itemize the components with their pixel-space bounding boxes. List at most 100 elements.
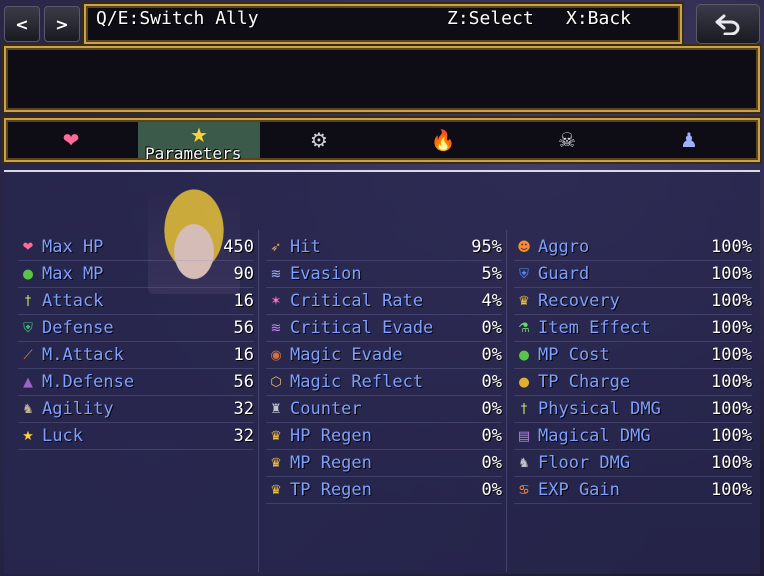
stat-label: Luck	[42, 426, 83, 446]
spellbook-icon: ▤	[517, 428, 531, 444]
stat-row: ♞ Floor DMG 100%	[514, 450, 752, 477]
stat-row: ⚗ Item Effect 100%	[514, 315, 752, 342]
stat-row: ◉ Magic Evade 0%	[266, 342, 502, 369]
tab-skull[interactable]: ☠	[506, 122, 628, 158]
stat-value: 4%	[481, 291, 502, 311]
tab-fire[interactable]: 🔥	[382, 122, 504, 158]
stat-label: TP Regen	[290, 480, 372, 500]
stat-label: MP Regen	[290, 453, 372, 473]
stat-row: ▲ M.Defense 56	[18, 369, 254, 396]
stat-label: M.Defense	[42, 372, 135, 392]
stat-row: ▤ Magical DMG 100%	[514, 423, 752, 450]
prev-ally-button[interactable]: <	[4, 6, 40, 42]
stat-row: ⛨ Defense 56	[18, 315, 254, 342]
magic-reflect-icon: ⬡	[270, 374, 282, 390]
stat-label: Critical Evade	[290, 318, 434, 338]
stat-row: ♛ TP Regen 0%	[266, 477, 502, 504]
bow-icon: ➶	[270, 239, 282, 255]
select-hint: Z:Select	[447, 8, 534, 29]
description-window	[4, 46, 760, 112]
wizard-hat-icon: ▲	[23, 374, 33, 390]
tab-gear[interactable]: ⚙	[258, 122, 380, 158]
column-divider	[506, 230, 507, 572]
gear-icon: ⚙	[310, 128, 328, 152]
boot-icon: ♞	[22, 401, 34, 417]
stat-label: Aggro	[538, 237, 590, 257]
column-divider	[258, 230, 259, 572]
critical-evade-icon: ≋	[270, 320, 282, 336]
tp-orb-icon: ●	[518, 374, 530, 390]
stat-label: Item Effect	[538, 318, 651, 338]
stat-value: 90	[233, 264, 254, 284]
stat-row: ≋ Critical Evade 0%	[266, 315, 502, 342]
stat-label: Magical DMG	[538, 426, 651, 446]
stat-row: ★ Luck 32	[18, 423, 254, 450]
stat-value: 100%	[711, 372, 752, 392]
stat-value: 0%	[481, 453, 502, 473]
stat-row: ♛ Recovery 100%	[514, 288, 752, 315]
stat-value: 100%	[711, 264, 752, 284]
stat-label: Counter	[290, 399, 362, 419]
stat-value: 95%	[471, 237, 502, 257]
skull-icon: ☠	[558, 128, 576, 152]
stat-value: 56	[233, 372, 254, 392]
tab-parameters-label: Parameters	[145, 144, 242, 163]
back-button[interactable]	[696, 4, 760, 44]
tab-heart[interactable]: ❤	[10, 122, 132, 158]
next-ally-button[interactable]: >	[44, 6, 80, 42]
stat-label: Hit	[290, 237, 321, 257]
stat-value: 0%	[481, 399, 502, 419]
stat-row: ♛ MP Regen 0%	[266, 450, 502, 477]
star-icon: ★	[22, 428, 34, 444]
stat-label: Defense	[42, 318, 114, 338]
shield-icon: ⛨	[23, 320, 33, 336]
switch-ally-hint: Q/E:Switch Ally	[96, 8, 259, 29]
stat-value: 16	[233, 345, 254, 365]
stat-row: ⟋ M.Attack 16	[18, 342, 254, 369]
stat-row: ✶ Critical Rate 4%	[266, 288, 502, 315]
mp-regen-icon: ♛	[270, 455, 282, 471]
stat-row: ❤ Max HP 450	[18, 234, 254, 261]
prev-label: <	[15, 14, 29, 34]
stat-row: ⛨ Guard 100%	[514, 261, 752, 288]
stat-row: ➶ Hit 95%	[266, 234, 502, 261]
stat-row: ⬡ Magic Reflect 0%	[266, 369, 502, 396]
tp-regen-icon: ♛	[270, 482, 282, 498]
stat-value: 100%	[711, 345, 752, 365]
stat-value: 0%	[481, 318, 502, 338]
stat-value: 5%	[481, 264, 502, 284]
hp-regen-icon: ♛	[270, 428, 282, 444]
stat-label: Max MP	[42, 264, 104, 284]
stat-value: 32	[233, 426, 254, 446]
undo-arrow-icon	[715, 14, 740, 35]
stat-value: 100%	[711, 480, 752, 500]
stat-label: Recovery	[538, 291, 620, 311]
aggro-icon: ☻	[517, 239, 531, 255]
stat-value: 0%	[481, 345, 502, 365]
stat-label: Magic Reflect	[290, 372, 424, 392]
stat-label: Max HP	[42, 237, 104, 257]
stat-row: ♞ Agility 32	[18, 396, 254, 423]
stat-label: Guard	[538, 264, 590, 284]
stat-value: 450	[223, 237, 254, 257]
fire-icon: 🔥	[430, 128, 456, 152]
stat-value: 0%	[481, 480, 502, 500]
stat-row: ♋ EXP Gain 100%	[514, 477, 752, 504]
counter-icon: ♜	[270, 401, 282, 417]
mp-orb-icon: ●	[518, 347, 530, 363]
stat-label: HP Regen	[290, 426, 372, 446]
heart-icon: ❤	[62, 128, 80, 152]
figures-icon: ♟	[680, 128, 698, 152]
stat-label: M.Attack	[42, 345, 124, 365]
stat-row: ≋ Evasion 5%	[266, 261, 502, 288]
tab-figures[interactable]: ♟	[628, 122, 750, 158]
stat-label: Attack	[42, 291, 104, 311]
stat-label: Physical DMG	[538, 399, 661, 419]
stat-value: 100%	[711, 399, 752, 419]
potion-icon: ⚗	[518, 320, 530, 336]
sword-icon: †	[24, 293, 32, 309]
boots-icon: ♞	[518, 455, 530, 471]
stat-label: Floor DMG	[538, 453, 631, 473]
stat-label: Agility	[42, 399, 114, 419]
stat-row: ♛ HP Regen 0%	[266, 423, 502, 450]
